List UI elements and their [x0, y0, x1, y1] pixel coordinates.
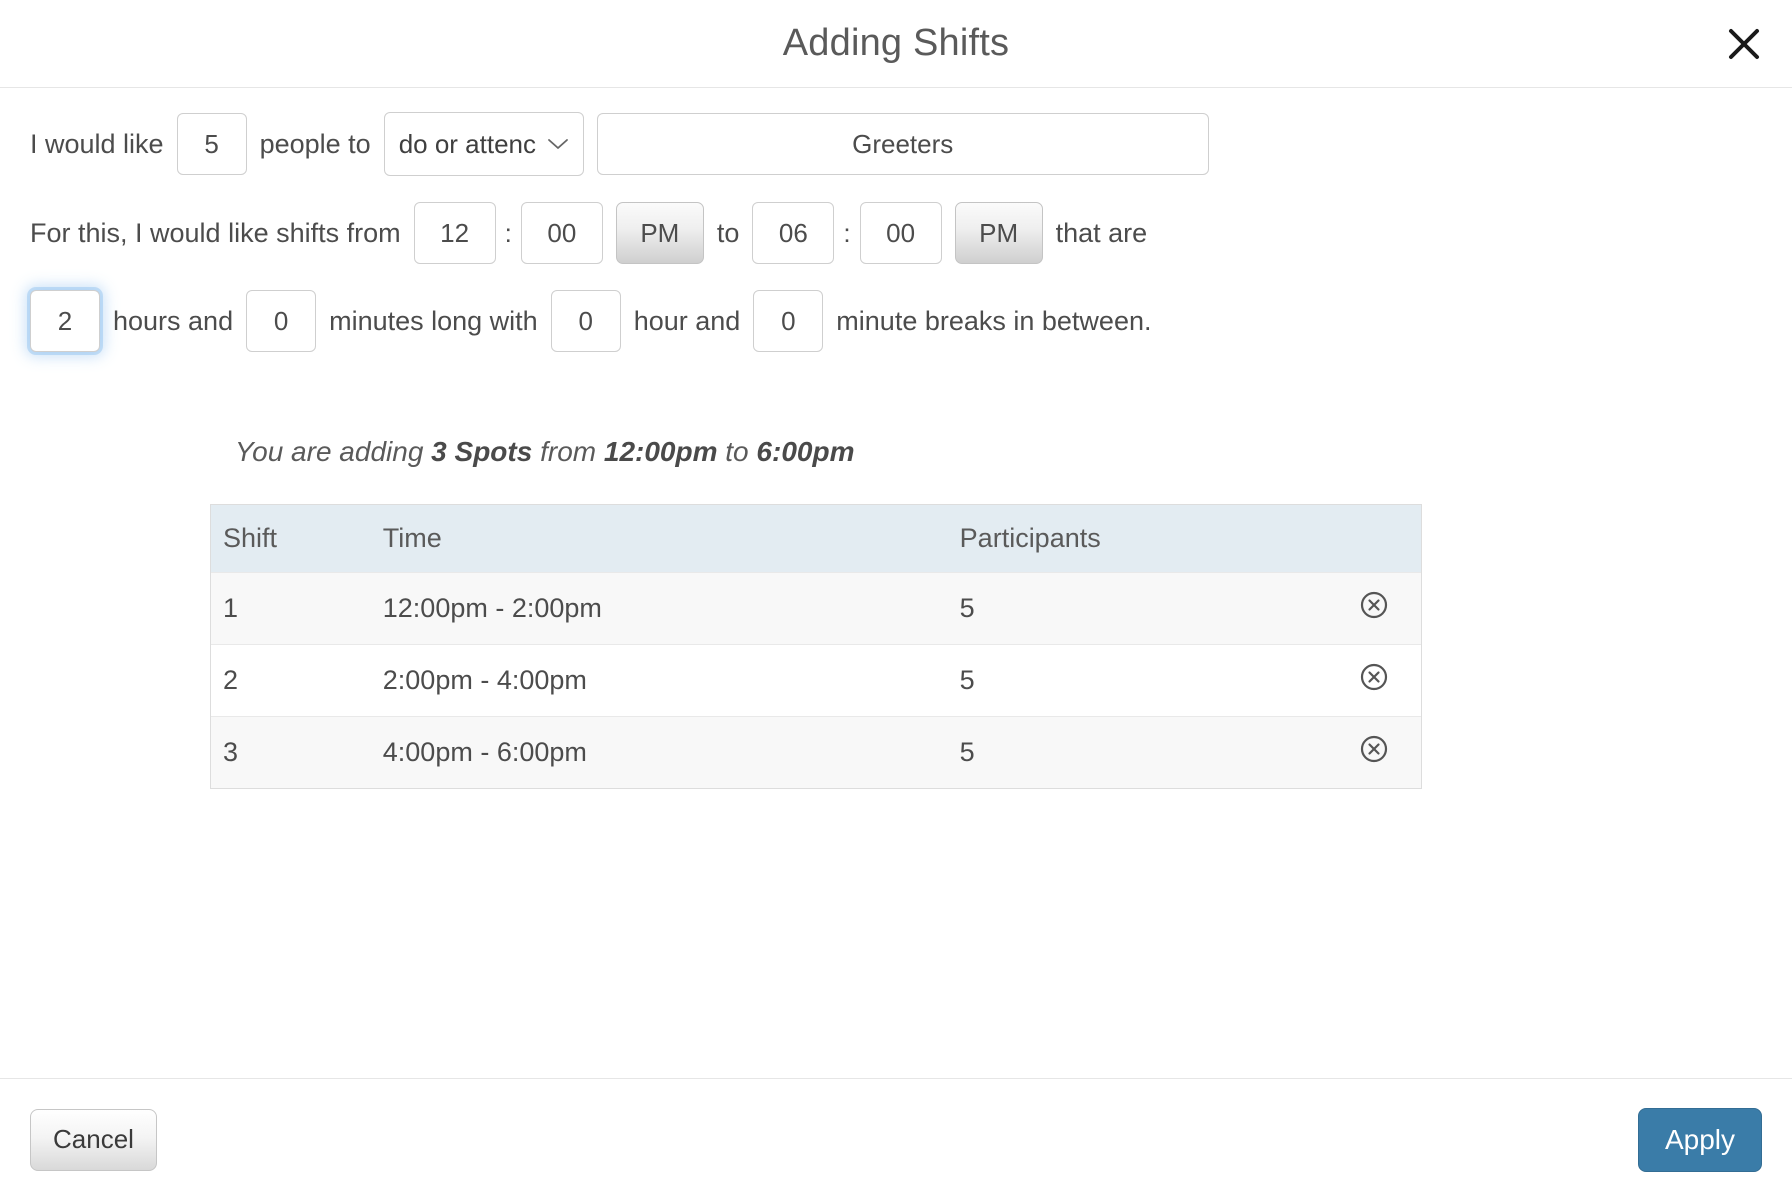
end-minute-input[interactable] [859, 202, 942, 264]
cancel-button[interactable]: Cancel [30, 1108, 157, 1171]
cell-time: 4:00pm - 6:00pm [370, 716, 948, 788]
row1-mid-label: people to [259, 128, 371, 159]
start-meridiem-label: PM [640, 217, 680, 248]
start-meridiem-toggle[interactable]: PM [615, 202, 704, 264]
column-header-shift: Shift [211, 505, 371, 573]
page-title: Adding Shifts [782, 22, 1010, 64]
duration-hours-label: hours and [113, 305, 234, 336]
table-header-row: Shift Time Participants [211, 505, 1421, 573]
break-hours-input[interactable] [550, 290, 621, 352]
cell-time: 2:00pm - 4:00pm [370, 644, 948, 717]
close-button[interactable] [1722, 22, 1766, 66]
dialog-body: I would like people to do or attenc For … [0, 88, 1792, 1078]
row2-middle-label: to [716, 217, 740, 248]
cell-participants: 5 [947, 716, 1328, 788]
start-hour-input[interactable] [413, 202, 496, 264]
end-meridiem-label: PM [979, 217, 1019, 248]
shifts-table: Shift Time Participants 1 12:00pm - 2:00… [210, 504, 1422, 789]
summary-start-time: 12:00pm [603, 436, 718, 467]
column-header-participants: Participants [947, 505, 1328, 573]
column-header-actions [1327, 505, 1421, 573]
row2-prefix-label: For this, I would like shifts from [30, 217, 401, 248]
activity-name-input[interactable] [596, 113, 1209, 175]
cell-time: 12:00pm - 2:00pm [370, 572, 948, 645]
start-minute-input[interactable] [520, 202, 603, 264]
column-header-time: Time [370, 505, 948, 573]
summary-end-time: 6:00pm [756, 436, 855, 467]
cell-participants: 5 [947, 644, 1328, 717]
table-row: 3 4:00pm - 6:00pm 5 [211, 716, 1421, 788]
end-hour-input[interactable] [752, 202, 835, 264]
shift-people-row: I would like people to do or attenc [30, 112, 1762, 176]
table-row: 1 12:00pm - 2:00pm 5 [211, 572, 1421, 645]
summary-part3: to [717, 436, 757, 467]
cell-participants: 5 [947, 572, 1328, 645]
close-icon [1727, 27, 1761, 61]
delete-circle-icon[interactable] [1359, 590, 1389, 620]
cell-shift: 1 [211, 572, 371, 645]
summary-part2: from [532, 436, 604, 467]
duration-minutes-input[interactable] [246, 290, 317, 352]
chevron-down-icon [547, 137, 569, 151]
delete-circle-icon[interactable] [1359, 734, 1389, 764]
shift-time-range-row: For this, I would like shifts from : PM … [30, 202, 1762, 264]
start-time-colon: : [504, 217, 512, 248]
duration-hours-input[interactable] [30, 290, 100, 352]
row1-prefix-label: I would like [30, 128, 164, 159]
dialog-footer: Cancel Apply [0, 1078, 1792, 1200]
people-count-input[interactable] [176, 113, 247, 175]
end-time-colon: : [843, 217, 851, 248]
break-minutes-label: minute breaks in between. [836, 305, 1152, 336]
activity-type-value: do or attenc [398, 128, 536, 159]
shift-summary-text: You are adding 3 Spots from 12:00pm to 6… [235, 438, 1762, 466]
duration-minutes-label: minutes long with [329, 305, 538, 336]
break-minutes-input[interactable] [753, 290, 824, 352]
adding-shifts-dialog: Adding Shifts I would like people to do … [0, 0, 1792, 1200]
dialog-header: Adding Shifts [0, 0, 1792, 88]
cell-shift: 3 [211, 716, 371, 788]
break-hours-label: hour and [633, 305, 741, 336]
apply-button[interactable]: Apply [1637, 1107, 1762, 1172]
table-row: 2 2:00pm - 4:00pm 5 [211, 644, 1421, 717]
shift-duration-row: hours and minutes long with hour and min… [30, 290, 1762, 352]
activity-type-select[interactable]: do or attenc [383, 112, 584, 176]
cell-shift: 2 [211, 644, 371, 717]
delete-circle-icon[interactable] [1359, 662, 1389, 692]
summary-spots: 3 Spots [431, 436, 533, 467]
end-meridiem-toggle[interactable]: PM [954, 202, 1043, 264]
row2-suffix-label: that are [1055, 217, 1148, 248]
summary-part1: You are adding [235, 436, 432, 467]
